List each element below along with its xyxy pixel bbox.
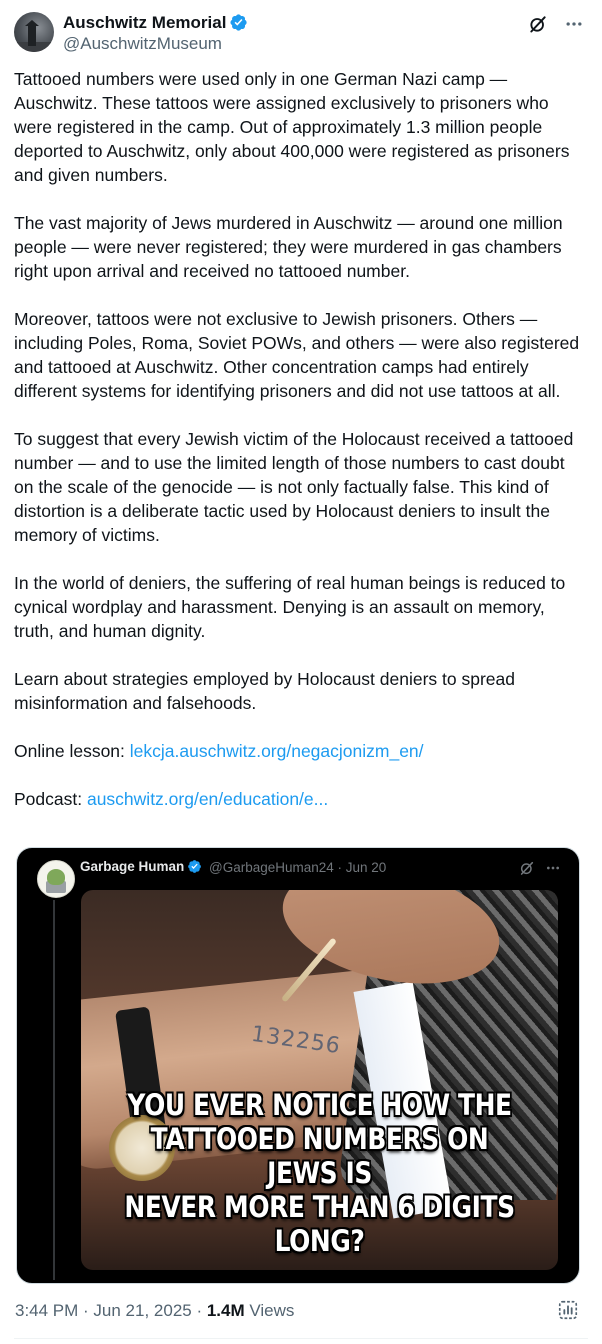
post-time[interactable]: 3:44 PM — [15, 1301, 78, 1320]
tweet-paragraph: Tattooed numbers were used only in one G… — [14, 69, 570, 185]
tweet-header: Auschwitz Memorial @AuschwitzMuseum — [14, 12, 588, 56]
meme-line: TATTOOED NUMBERS ON JEWS IS — [150, 1122, 489, 1190]
verified-badge-icon — [188, 860, 202, 873]
post-date[interactable]: Jun 21, 2025 — [93, 1301, 191, 1320]
tweet-paragraph: Moreover, tattoos were not exclusive to … — [14, 309, 580, 401]
views-label: Views — [244, 1301, 295, 1320]
avatar[interactable] — [14, 12, 54, 52]
analytics-icon[interactable] — [557, 1299, 579, 1321]
podcast-label: Podcast: — [14, 789, 87, 809]
quote-media-image[interactable]: 132256 YOU EVER NOTICE HOW THE TATTOOED … — [81, 890, 558, 1270]
podcast-link[interactable]: auschwitz.org/en/education/e... — [87, 789, 328, 809]
quote-avatar[interactable] — [37, 860, 75, 898]
tweet-paragraph: The vast majority of Jews murdered in Au… — [14, 213, 563, 281]
divider — [14, 1338, 588, 1339]
grok-icon[interactable] — [528, 14, 548, 34]
tweet-paragraph: Learn about strategies employed by Holoc… — [14, 669, 515, 713]
lesson-line: Online lesson: lekcja.auschwitz.org/nega… — [14, 739, 588, 763]
author-block: Auschwitz Memorial @AuschwitzMuseum — [63, 12, 248, 54]
more-horizontal-icon[interactable] — [564, 14, 584, 34]
quoted-tweet[interactable]: Garbage Human @GarbageHuman24 · Jun 20 1… — [16, 847, 580, 1284]
author-handle[interactable]: @AuschwitzMuseum — [63, 33, 248, 54]
quote-display-name[interactable]: Garbage Human — [80, 859, 184, 874]
author-display-name[interactable]: Auschwitz Memorial — [63, 12, 226, 33]
more-horizontal-icon[interactable] — [545, 860, 561, 876]
quote-name-row[interactable]: Garbage Human — [80, 859, 202, 874]
verified-badge-icon — [230, 14, 248, 31]
meme-caption: YOU EVER NOTICE HOW THE TATTOOED NUMBERS… — [114, 1088, 524, 1258]
tweet-body: Tattooed numbers were used only in one G… — [14, 67, 588, 835]
meme-line: YOU EVER NOTICE HOW THE — [127, 1088, 512, 1122]
lesson-label: Online lesson: — [14, 741, 130, 761]
meta-separator: · — [191, 1301, 207, 1320]
tweet-paragraph: In the world of deniers, the suffering o… — [14, 573, 566, 641]
grok-icon[interactable] — [519, 860, 535, 876]
quote-handle-date[interactable]: @GarbageHuman24 · Jun 20 — [209, 860, 386, 875]
author-name-row[interactable]: Auschwitz Memorial — [63, 12, 248, 33]
meme-line: NEVER MORE THAN 6 DIGITS LONG? — [124, 1190, 515, 1258]
tweet-meta: 3:44 PM · Jun 21, 2025 · 1.4M Views — [15, 1300, 294, 1322]
tweet-paragraph: To suggest that every Jewish victim of t… — [14, 429, 574, 545]
podcast-line: Podcast: auschwitz.org/en/education/e... — [14, 787, 588, 811]
views-count: 1.4M — [206, 1301, 245, 1320]
lesson-link[interactable]: lekcja.auschwitz.org/negacjonizm_en/ — [130, 741, 424, 761]
meta-separator: · — [78, 1301, 94, 1320]
thread-line — [53, 900, 55, 1280]
